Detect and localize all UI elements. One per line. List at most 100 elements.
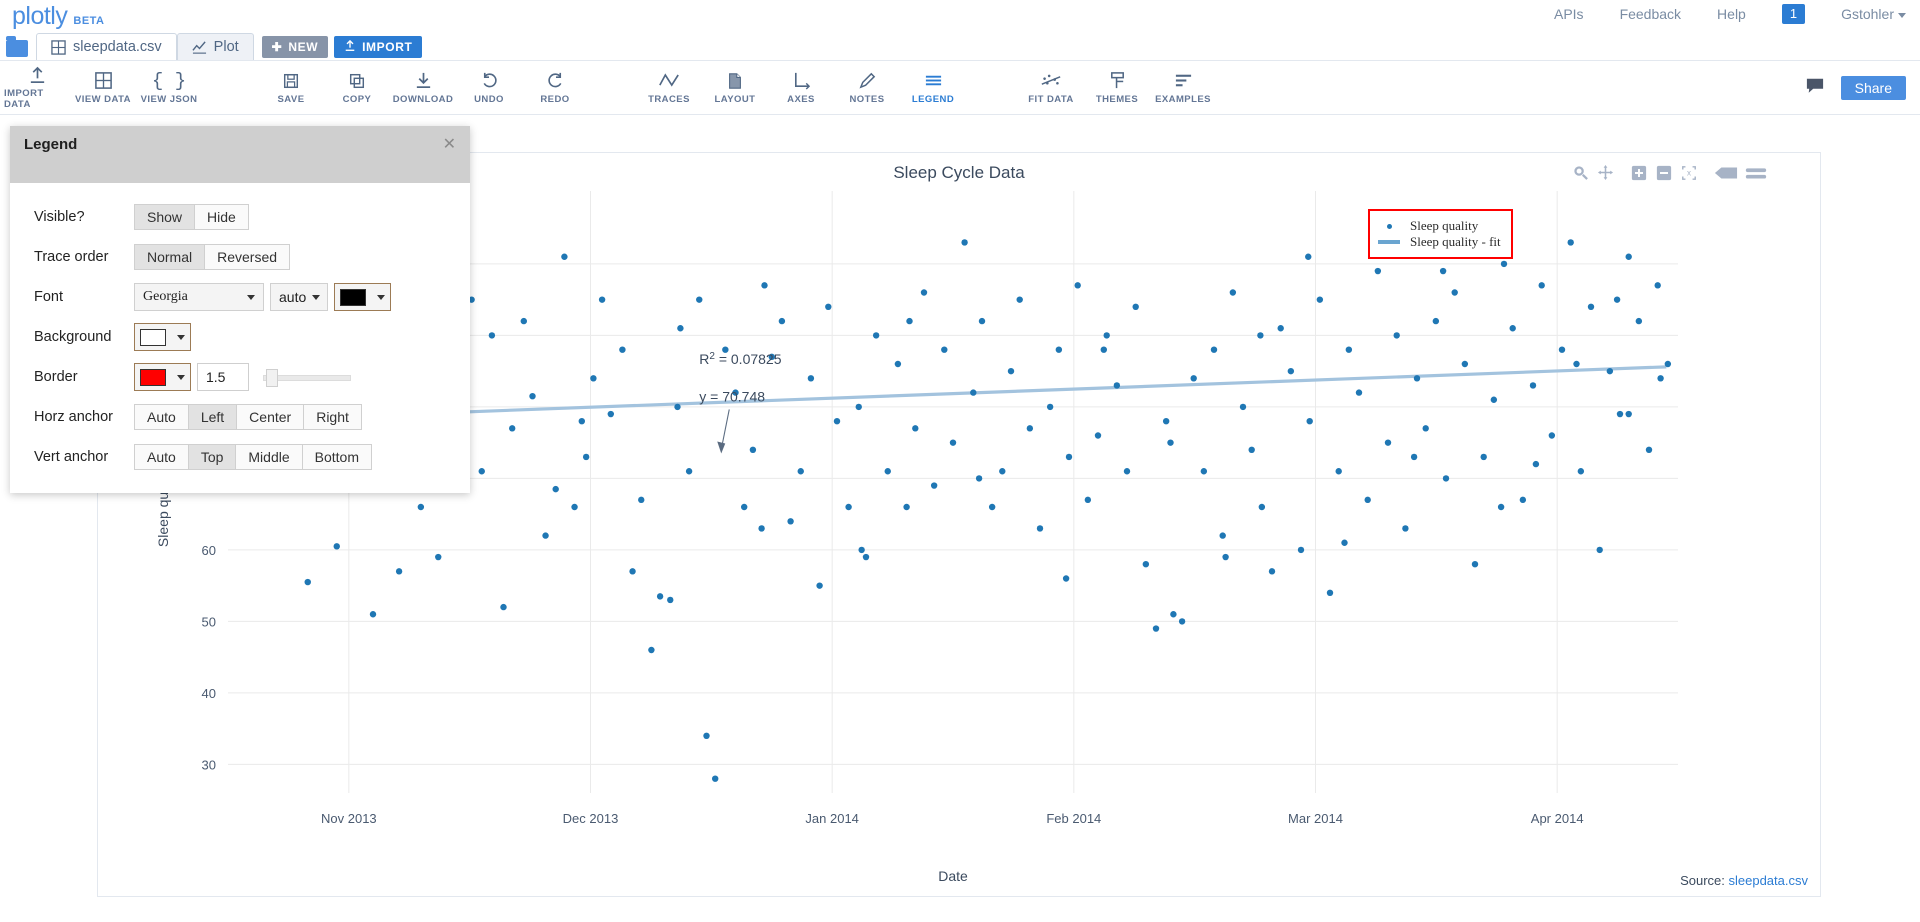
tab-sleepdata-csv[interactable]: sleepdata.csv (36, 33, 177, 60)
svg-text:Feb 2014: Feb 2014 (1046, 811, 1101, 826)
legend-entry-label: Sleep quality - fit (1410, 234, 1501, 250)
nav-link-help[interactable]: Help (1717, 6, 1746, 22)
lines-icon (924, 71, 943, 91)
horz-anchor-option-center[interactable]: Center (236, 404, 304, 430)
import-button-label: IMPORT (362, 40, 412, 54)
zigzag-icon (658, 71, 680, 91)
toolbar-label: FIT DATA (1028, 94, 1073, 105)
toolbar-download[interactable]: DOWNLOAD (390, 71, 456, 105)
toolbar-import-data[interactable]: IMPORT DATA (4, 65, 70, 110)
toolbar-legend[interactable]: LEGEND (900, 71, 966, 105)
legend-marker-line-icon (1378, 240, 1400, 244)
chart-legend-box[interactable]: Sleep quality Sleep quality - fit (1368, 209, 1513, 259)
svg-text:50: 50 (202, 614, 216, 629)
background-color-picker[interactable] (134, 323, 191, 351)
chevron-down-icon (177, 335, 185, 340)
source-file-link[interactable]: sleepdata.csv (1729, 873, 1809, 888)
user-menu[interactable]: Gstohler (1841, 6, 1906, 22)
border-width-slider[interactable] (263, 363, 351, 391)
chevron-down-icon (312, 295, 320, 300)
legend-marker-dot-icon (1378, 224, 1400, 229)
slider-knob[interactable] (266, 369, 278, 387)
toolbar-traces[interactable]: TRACES (636, 71, 702, 105)
font-size-select[interactable]: auto (270, 283, 328, 311)
toolbar-label: EXAMPLES (1155, 94, 1211, 105)
vert-anchor-option-auto[interactable]: Auto (134, 444, 189, 470)
background-color-swatch (140, 329, 166, 346)
toolbar-copy[interactable]: COPY (324, 71, 390, 105)
visible-option-show[interactable]: Show (134, 204, 195, 230)
row-horz-anchor: Horz anchor Auto Left Center Right (10, 397, 470, 437)
comment-bubble-icon[interactable] (1805, 77, 1825, 98)
legend-entry-sleep-quality-fit[interactable]: Sleep quality - fit (1378, 234, 1501, 250)
toolbar-view-json[interactable]: { } VIEW JSON (136, 65, 202, 110)
toolbar-label: THEMES (1096, 94, 1138, 105)
source-prefix: Source: (1680, 873, 1725, 888)
horz-anchor-option-left[interactable]: Left (188, 404, 237, 430)
row-visible: Visible? Show Hide (10, 197, 470, 237)
tab-plot[interactable]: Plot (177, 33, 254, 60)
svg-text:60: 60 (202, 543, 216, 558)
toolbar-notes[interactable]: NOTES (834, 71, 900, 105)
notification-badge[interactable]: 1 (1782, 4, 1805, 24)
brand-logo[interactable]: plotly BETA (12, 2, 105, 31)
font-color-picker[interactable] (334, 283, 391, 311)
import-button[interactable]: IMPORT (334, 36, 422, 58)
visible-option-hide[interactable]: Hide (194, 204, 249, 230)
border-color-picker[interactable] (134, 363, 191, 391)
toolbar-layout[interactable]: LAYOUT (702, 71, 768, 105)
toolbar-redo[interactable]: REDO (522, 71, 588, 105)
source-note: Source: sleepdata.csv (1680, 873, 1808, 888)
row-label: Vert anchor (34, 449, 134, 465)
toolbar-axes[interactable]: AXES (768, 71, 834, 105)
legend-entry-sleep-quality[interactable]: Sleep quality (1378, 218, 1501, 234)
border-width-input[interactable]: 1.5 (197, 363, 249, 391)
vert-anchor-option-middle[interactable]: Middle (235, 444, 302, 470)
nav-link-apis[interactable]: APIs (1554, 6, 1584, 22)
legend-panel-header: Legend ✕ (10, 126, 470, 183)
toolbar-fit-data[interactable]: FIT DATA (1018, 71, 1084, 105)
row-label: Background (34, 329, 134, 345)
chevron-down-icon (177, 375, 185, 380)
horz-anchor-option-right[interactable]: Right (303, 404, 362, 430)
download-icon (414, 71, 433, 91)
row-label: Trace order (34, 249, 134, 265)
trace-order-option-reversed[interactable]: Reversed (204, 244, 290, 270)
new-button[interactable]: ✚ NEW (262, 36, 328, 58)
font-family-value: Georgia (143, 289, 188, 305)
vert-anchor-option-top[interactable]: Top (188, 444, 237, 470)
toolbar-save[interactable]: SAVE (258, 71, 324, 105)
toolbar-themes[interactable]: THEMES (1084, 71, 1150, 105)
toolbar-examples[interactable]: EXAMPLES (1150, 71, 1216, 105)
row-font: Font Georgia auto (10, 277, 470, 317)
nav-link-feedback[interactable]: Feedback (1620, 6, 1681, 22)
trace-order-option-normal[interactable]: Normal (134, 244, 205, 270)
tab-label: sleepdata.csv (73, 39, 162, 55)
row-label: Font (34, 289, 134, 305)
toolbar-undo[interactable]: UNDO (456, 71, 522, 105)
border-color-swatch (140, 369, 166, 386)
folder-icon[interactable] (6, 40, 28, 57)
svg-text:Nov 2013: Nov 2013 (321, 811, 377, 826)
chevron-down-icon (1898, 13, 1906, 18)
visible-segmented-control: Show Hide (134, 204, 249, 230)
tab-bar: sleepdata.csv Plot ✚ NEW IMPORT (0, 30, 1920, 60)
close-icon[interactable]: ✕ (443, 134, 456, 154)
svg-text:40: 40 (202, 686, 216, 701)
svg-text:30: 30 (202, 757, 216, 772)
undo-arrow-icon (480, 71, 499, 91)
beta-badge: BETA (73, 15, 104, 27)
braces-icon: { } (152, 71, 186, 91)
share-button[interactable]: Share (1841, 76, 1906, 100)
grid-icon (51, 40, 66, 55)
redo-arrow-icon (546, 71, 565, 91)
horz-anchor-option-auto[interactable]: Auto (134, 404, 189, 430)
toolbar-label: UNDO (474, 94, 504, 105)
font-size-value: auto (279, 289, 306, 305)
vert-anchor-option-bottom[interactable]: Bottom (302, 444, 372, 470)
font-family-select[interactable]: Georgia (134, 283, 264, 311)
chevron-down-icon (247, 295, 255, 300)
row-label: Horz anchor (34, 409, 134, 425)
toolbar-view-data[interactable]: VIEW DATA (70, 65, 136, 110)
brand-name: plotly (12, 2, 67, 31)
